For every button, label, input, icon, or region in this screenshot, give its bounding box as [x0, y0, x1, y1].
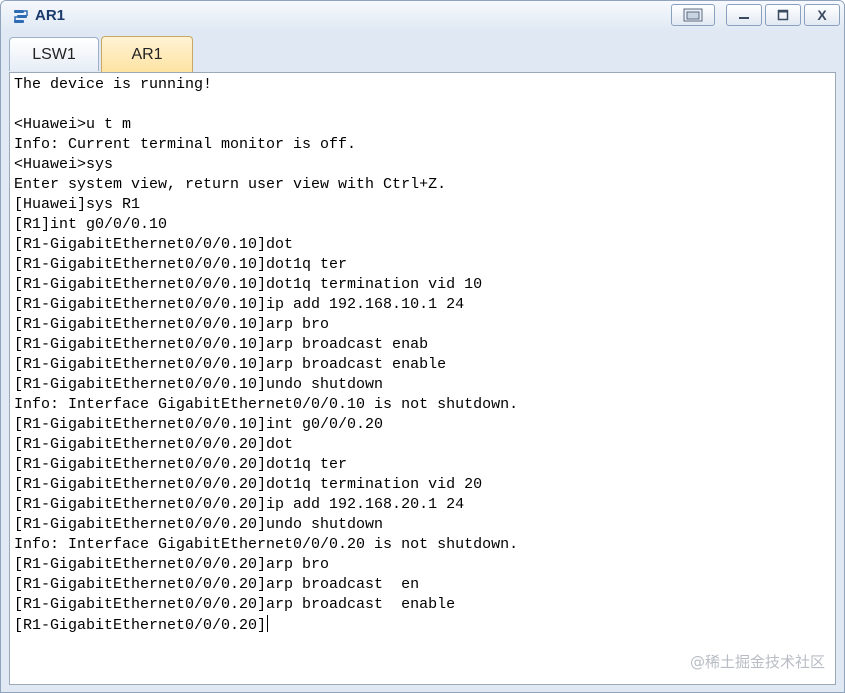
terminal-line: [R1-GigabitEthernet0/0/0.20]arp bro [14, 555, 518, 575]
terminal-line: [Huawei]sys R1 [14, 195, 518, 215]
close-icon: X [817, 7, 827, 23]
terminal-line: [R1-GigabitEthernet0/0/0.10]dot [14, 235, 518, 255]
terminal-line: Enter system view, return user view with… [14, 175, 518, 195]
terminal-line: [R1-GigabitEthernet0/0/0.10]arp broadcas… [14, 335, 518, 355]
terminal-line-text: Info: Interface GigabitEthernet0/0/0.20 … [14, 536, 519, 553]
terminal-line: [R1-GigabitEthernet0/0/0.10]dot1q termin… [14, 275, 518, 295]
watermark: @稀土掘金技术社区 [689, 653, 825, 671]
close-button[interactable]: X [804, 4, 840, 26]
terminal-line: The device is running! [14, 75, 518, 95]
tab-ar1[interactable]: AR1 [101, 36, 193, 72]
minimize-icon [738, 9, 750, 21]
terminal-line-text: [R1-GigabitEthernet0/0/0.10]int g0/0/0.2… [14, 416, 384, 433]
terminal-line: [R1-GigabitEthernet0/0/0.10]arp bro [14, 315, 518, 335]
title-bar[interactable]: AR1 X [1, 1, 844, 32]
terminal-line: Info: Interface GigabitEthernet0/0/0.10 … [14, 395, 518, 415]
device-app-icon [12, 8, 30, 26]
terminal-line-text: [R1-GigabitEthernet0/0/0.20] [14, 617, 267, 634]
minimize-button[interactable] [726, 4, 762, 26]
terminal-line: [R1-GigabitEthernet0/0/0.10]int g0/0/0.2… [14, 415, 518, 435]
window-title: AR1 [35, 7, 66, 24]
terminal-line-text: [R1-GigabitEthernet0/0/0.10]arp broadcas… [14, 336, 429, 353]
terminal-line-text: [Huawei]sys R1 [14, 196, 141, 213]
restore-panel-icon [683, 8, 703, 22]
terminal-line: [R1-GigabitEthernet0/0/0.10]dot1q ter [14, 255, 518, 275]
terminal-line: [R1-GigabitEthernet0/0/0.20]ip add 192.1… [14, 495, 518, 515]
terminal-line-text: [R1-GigabitEthernet0/0/0.20]dot1q ter [14, 456, 348, 473]
terminal-line-text: Info: Interface GigabitEthernet0/0/0.10 … [14, 396, 519, 413]
terminal-line-text: [R1-GigabitEthernet0/0/0.10]dot [14, 236, 294, 253]
terminal-line-text: Info: Current terminal monitor is off. [14, 136, 357, 153]
terminal-line: [R1-GigabitEthernet0/0/0.20]undo shutdow… [14, 515, 518, 535]
terminal-line-text: [R1-GigabitEthernet0/0/0.10]arp broadcas… [14, 356, 447, 373]
terminal-line-text: [R1-GigabitEthernet0/0/0.20]dot1q termin… [14, 476, 483, 493]
window-controls: X [671, 4, 840, 26]
terminal-line: Info: Interface GigabitEthernet0/0/0.20 … [14, 535, 518, 555]
terminal-line: [R1-GigabitEthernet0/0/0.20] [14, 615, 518, 635]
terminal-line: <Huawei>u t m [14, 115, 518, 135]
terminal-line-text: [R1-GigabitEthernet0/0/0.20]undo shutdow… [14, 516, 384, 533]
tab-lsw1[interactable]: LSW1 [9, 37, 99, 71]
terminal-line: [R1-GigabitEthernet0/0/0.20]dot1q termin… [14, 475, 518, 495]
text-cursor [267, 615, 269, 632]
terminal-line: [R1-GigabitEthernet0/0/0.20]arp broadcas… [14, 575, 518, 595]
terminal-line-text: [R1-GigabitEthernet0/0/0.20]arp broadcas… [14, 596, 456, 613]
terminal-line-text: <Huawei>u t m [14, 116, 132, 133]
terminal-line-text: [R1]int g0/0/0.10 [14, 216, 168, 233]
terminal-line-text: [R1-GigabitEthernet0/0/0.20]arp bro [14, 556, 330, 573]
terminal-line-text: [R1-GigabitEthernet0/0/0.10]dot1q termin… [14, 276, 483, 293]
maximize-icon [777, 9, 789, 21]
terminal-line-text: [R1-GigabitEthernet0/0/0.10]ip add 192.1… [14, 296, 465, 313]
app-window: AR1 X LSW1 AR1 The device is running! <H… [0, 0, 845, 693]
terminal-line: Info: Current terminal monitor is off. [14, 135, 518, 155]
terminal-line-text: [R1-GigabitEthernet0/0/0.20]ip add 192.1… [14, 496, 465, 513]
terminal-line: [R1-GigabitEthernet0/0/0.10]ip add 192.1… [14, 295, 518, 315]
terminal-line-text: The device is running! [14, 76, 213, 93]
terminal-line-text: [R1-GigabitEthernet0/0/0.20]dot [14, 436, 294, 453]
terminal-line: [R1-GigabitEthernet0/0/0.10]undo shutdow… [14, 375, 518, 395]
terminal-line: [R1-GigabitEthernet0/0/0.20]dot1q ter [14, 455, 518, 475]
restore-panel-button[interactable] [671, 4, 715, 26]
terminal-line-text: <Huawei>sys [14, 156, 114, 173]
terminal-line: [R1-GigabitEthernet0/0/0.20]dot [14, 435, 518, 455]
terminal-output: The device is running! <Huawei>u t m Info:… [14, 75, 518, 635]
terminal-line: [R1-GigabitEthernet0/0/0.10]arp broadcas… [14, 355, 518, 375]
terminal-console[interactable]: The device is running! <Huawei>u t m Info:… [9, 72, 836, 685]
terminal-line-text: [R1-GigabitEthernet0/0/0.20]arp broadcas… [14, 576, 420, 593]
terminal-line: [R1-GigabitEthernet0/0/0.20]arp broadcas… [14, 595, 518, 615]
terminal-line-text: Enter system view, return user view with… [14, 176, 447, 193]
terminal-line-text: [R1-GigabitEthernet0/0/0.10]dot1q ter [14, 256, 348, 273]
maximize-button[interactable] [765, 4, 801, 26]
terminal-line: [R1]int g0/0/0.10 [14, 215, 518, 235]
terminal-line-text: [R1-GigabitEthernet0/0/0.10]undo shutdow… [14, 376, 384, 393]
terminal-line: <Huawei>sys [14, 155, 518, 175]
tab-bar: LSW1 AR1 [1, 32, 844, 72]
terminal-line-text: [R1-GigabitEthernet0/0/0.10]arp bro [14, 316, 330, 333]
